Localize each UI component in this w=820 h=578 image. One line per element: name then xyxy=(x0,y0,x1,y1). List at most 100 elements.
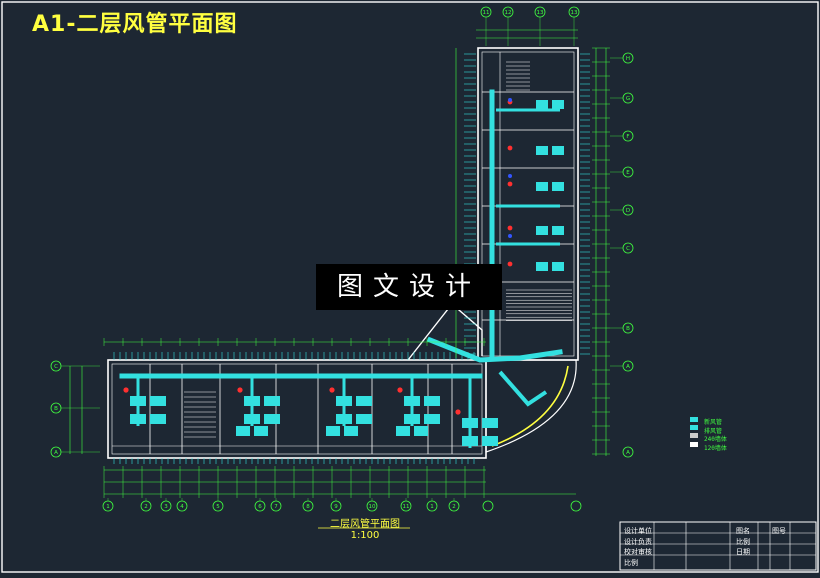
legend-swatch xyxy=(690,425,698,430)
drawing-caption: 二层风管平面图1:100 xyxy=(330,519,400,541)
equipment-marker xyxy=(507,225,513,231)
legend-swatch xyxy=(690,417,698,422)
grid-bubble-label: 1 xyxy=(430,504,434,510)
grid-bubble-circle xyxy=(570,500,582,512)
branch-duct xyxy=(498,370,548,407)
grid-bubble-label: 2 xyxy=(144,504,148,510)
fan-coil-unit xyxy=(130,414,146,424)
fan-coil-unit xyxy=(552,182,564,191)
title-block-cell: 日期 xyxy=(736,548,750,556)
fan-coil-unit xyxy=(244,414,260,424)
grid-bubble-label: 13 xyxy=(537,10,544,16)
title-block-cell: 设计单位 xyxy=(624,527,652,535)
fan-coil-unit xyxy=(536,226,548,235)
fan-coil-unit xyxy=(552,262,564,271)
grid-bubble-label: 13 xyxy=(571,10,578,16)
fan-coil-unit xyxy=(396,426,410,436)
equipment-marker xyxy=(397,387,403,393)
equipment-marker xyxy=(237,387,243,393)
fan-coil-unit xyxy=(462,436,478,446)
fan-coil-unit xyxy=(536,146,548,155)
equipment-marker xyxy=(123,387,129,393)
fan-coil-unit xyxy=(344,426,358,436)
grid-bubble-label: D xyxy=(626,208,630,214)
legend-swatch xyxy=(690,442,698,447)
legend-item: 240墙体 xyxy=(704,436,727,443)
legend-item: 120墙体 xyxy=(704,445,727,452)
fan-coil-unit xyxy=(552,226,564,235)
title-block-cell: 校对审核 xyxy=(624,548,652,556)
fan-coil-unit xyxy=(356,396,372,406)
grid-bubble-label: 3 xyxy=(164,504,168,510)
grid-bubble-label: 5 xyxy=(216,504,220,510)
equipment-marker xyxy=(507,261,513,267)
grid-bubble-label: 2 xyxy=(452,504,456,510)
equipment-marker xyxy=(329,387,335,393)
fan-coil-unit xyxy=(356,414,372,424)
fan-coil-unit xyxy=(424,396,440,406)
fan-coil-unit xyxy=(336,414,352,424)
fan-coil-unit xyxy=(414,426,428,436)
title-block-cell: 比例 xyxy=(736,538,750,546)
equipment-marker xyxy=(507,145,513,151)
fan-coil-unit xyxy=(536,262,548,271)
equipment-marker xyxy=(455,409,461,415)
grid-bubble-label: 11 xyxy=(483,10,490,16)
grid-bubble-label: B xyxy=(626,326,630,332)
fan-coil-unit xyxy=(424,414,440,424)
grid-bubble-label: 6 xyxy=(258,504,262,510)
fan-coil-unit xyxy=(462,418,478,428)
fan-coil-unit xyxy=(244,396,260,406)
grid-bubble-label: B xyxy=(54,406,58,412)
grid-bubble-label: 11 xyxy=(403,504,410,510)
fan-coil-unit xyxy=(552,100,564,109)
fan-coil-unit xyxy=(264,396,280,406)
fan-coil-unit xyxy=(536,182,548,191)
grid-bubble-label: A xyxy=(54,450,58,456)
fan-coil-unit xyxy=(404,396,420,406)
equipment-marker xyxy=(507,181,513,187)
grid-bubble-label: 1 xyxy=(106,504,110,510)
fan-coil-unit xyxy=(404,414,420,424)
fan-coil-unit xyxy=(326,426,340,436)
main-duct xyxy=(426,336,563,363)
fan-coil-unit xyxy=(150,414,166,424)
grid-bubble-label: C xyxy=(626,246,630,252)
fan-coil-unit xyxy=(536,100,548,109)
watermark-label: 图文设计 xyxy=(316,264,502,310)
grid-bubble-label: E xyxy=(626,170,630,176)
title-block-cell: 比例 xyxy=(624,559,638,567)
title-block-cell: 图名 xyxy=(736,527,750,535)
grid-bubble-circle xyxy=(482,500,494,512)
connector-wall xyxy=(407,302,483,361)
grid-bubble-label: 8 xyxy=(306,504,310,510)
fan-coil-unit xyxy=(254,426,268,436)
grid-bubble-label: 10 xyxy=(369,504,376,510)
grid-bubble-label: 4 xyxy=(180,504,184,510)
title-block-cell: 图号 xyxy=(772,527,786,535)
grid-bubble-label: G xyxy=(626,96,630,102)
grid-bubble-label: C xyxy=(54,364,58,370)
fan-coil-unit xyxy=(150,396,166,406)
fan-coil-unit xyxy=(264,414,280,424)
legend-swatch xyxy=(690,433,698,438)
equipment-marker xyxy=(508,98,512,102)
grid-bubble-label: H xyxy=(626,56,630,62)
fan-coil-unit xyxy=(552,146,564,155)
grid-bubble-label: A xyxy=(626,364,630,370)
fan-coil-unit xyxy=(336,396,352,406)
equipment-marker xyxy=(508,234,512,238)
grid-bubble-label: 7 xyxy=(274,504,278,510)
title-block-cell: 设计负责 xyxy=(624,538,652,546)
drawing-canvas: 11 12 13 13 H G F E D C B A A C B A 1 2 3 4 5 6 7 8 9 10 11 1 2 A1-二… xyxy=(0,0,820,574)
fan-coil-unit xyxy=(482,436,498,446)
legend-item: 新风管 xyxy=(704,419,723,426)
fan-coil-unit xyxy=(482,418,498,428)
grid-bubble-label: 9 xyxy=(334,504,338,510)
fan-coil-unit xyxy=(236,426,250,436)
drawing-title: A1-二层风管平面图 xyxy=(32,12,238,37)
grid-bubble-label: F xyxy=(626,134,629,140)
grid-bubble-label: A xyxy=(626,450,630,456)
grid-bubble-label: 12 xyxy=(505,10,512,16)
equipment-marker xyxy=(508,174,512,178)
